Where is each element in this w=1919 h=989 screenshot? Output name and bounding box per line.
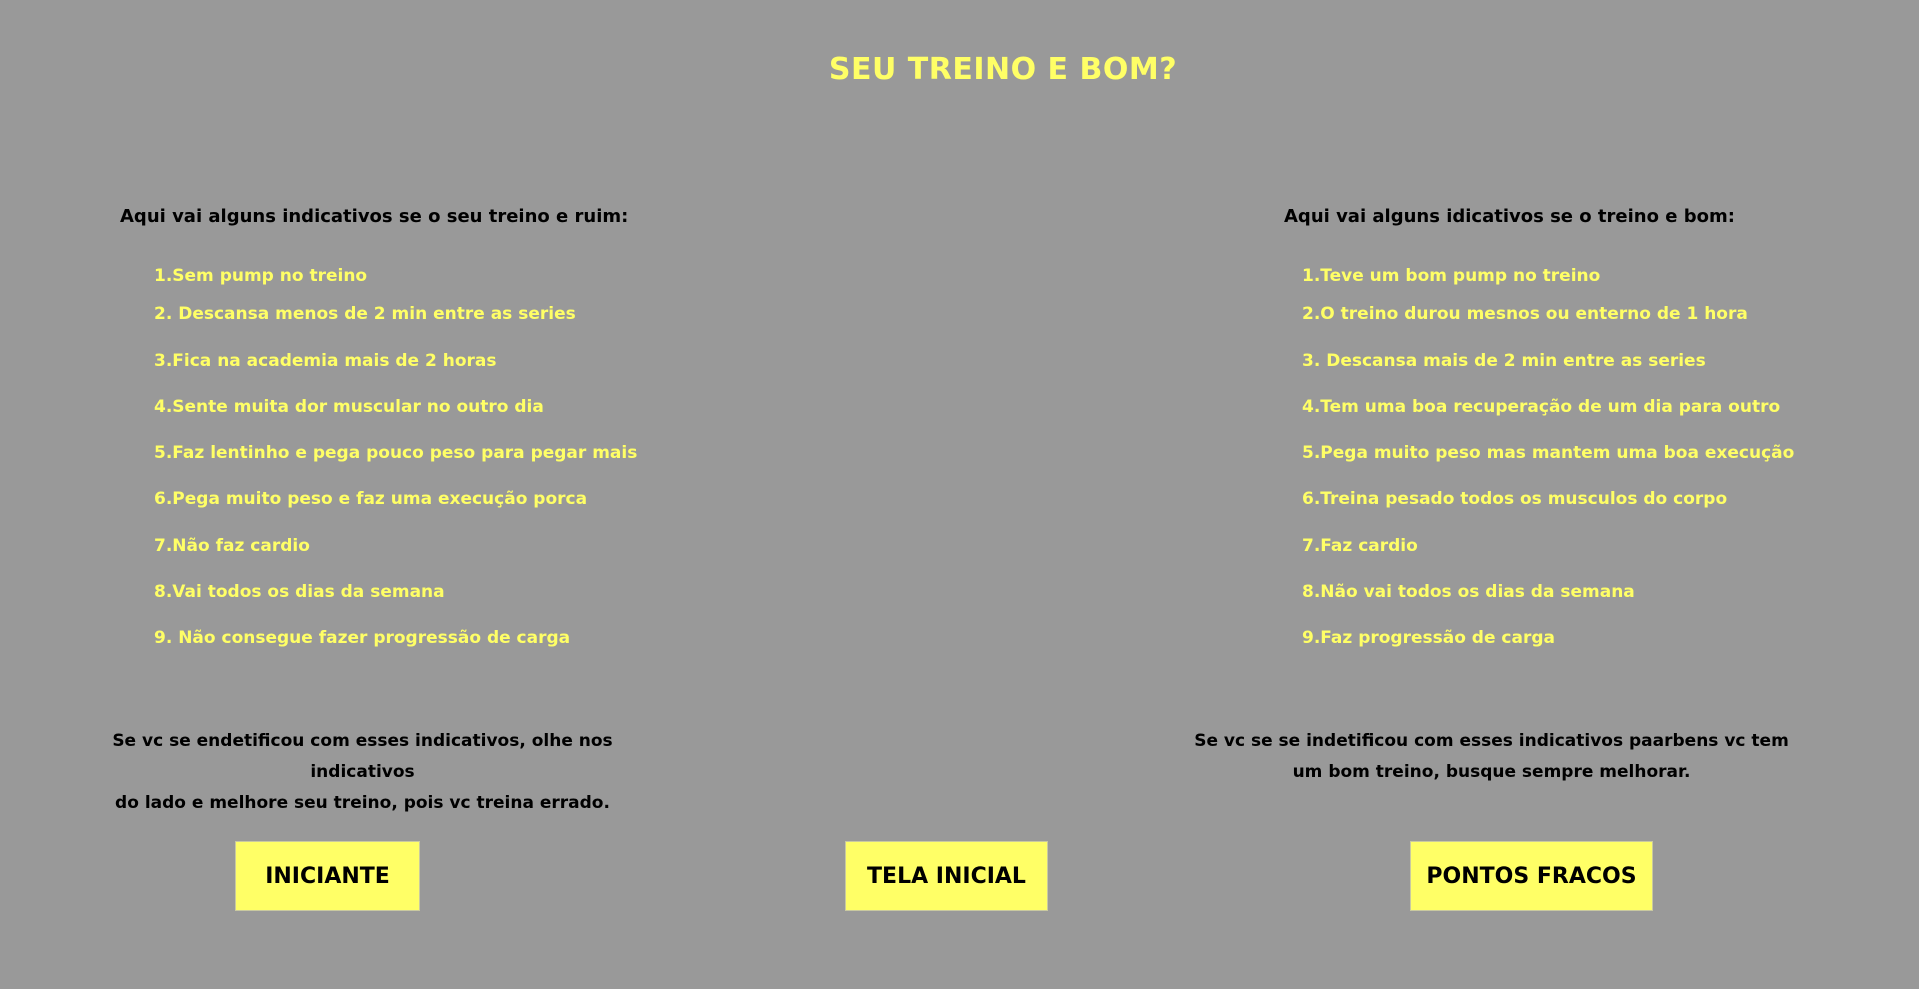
iniciante-button[interactable]: INICIANTE <box>235 841 420 911</box>
good-training-conclusion: Se vc se se indetificou com esses indica… <box>1190 726 1793 788</box>
good-indicator-item: 6.Treina pesado todos os musculos do cor… <box>1302 489 1728 509</box>
bad-indicator-item: 7.Não faz cardio <box>154 536 310 556</box>
good-training-heading: Aqui vai alguns idicativos se o treino e… <box>1284 206 1735 227</box>
bad-indicator-item: 4.Sente muita dor muscular no outro dia <box>154 397 544 417</box>
good-indicator-item: 4.Tem uma boa recuperação de um dia para… <box>1302 397 1781 417</box>
bad-training-heading: Aqui vai alguns indicativos se o seu tre… <box>120 206 629 227</box>
conclusion-line: um bom treino, busque sempre melhorar. <box>1292 762 1691 782</box>
bad-training-conclusion: Se vc se endetificou com esses indicativ… <box>60 726 665 819</box>
home-screen-button[interactable]: TELA INICIAL <box>845 841 1048 911</box>
weak-points-button[interactable]: PONTOS FRACOS <box>1410 841 1653 911</box>
bad-indicator-item: 1.Sem pump no treino <box>154 266 368 286</box>
page-title: SEU TREINO E BOM? <box>828 52 1178 87</box>
bad-indicator-item: 2. Descansa menos de 2 min entre as seri… <box>154 304 576 324</box>
good-indicator-item: 2.O treino durou mesnos ou enterno de 1 … <box>1302 304 1748 324</box>
good-indicator-item: 7.Faz cardio <box>1302 536 1418 556</box>
good-indicator-item: 5.Pega muito peso mas mantem uma boa exe… <box>1302 443 1795 463</box>
good-indicator-item: 1.Teve um bom pump no treino <box>1302 266 1601 286</box>
conclusion-line: Se vc se se indetificou com esses indica… <box>1194 731 1789 751</box>
bad-indicator-item: 3.Fica na academia mais de 2 horas <box>154 351 497 371</box>
bad-indicator-item: 8.Vai todos os dias da semana <box>154 582 445 602</box>
good-indicator-item: 3. Descansa mais de 2 min entre as serie… <box>1302 351 1706 371</box>
good-indicator-item: 9.Faz progressão de carga <box>1302 628 1555 648</box>
bad-indicator-item: 9. Não consegue fazer progressão de carg… <box>154 628 571 648</box>
bad-indicator-item: 6.Pega muito peso e faz uma execução por… <box>154 489 588 509</box>
bad-indicator-item: 5.Faz lentinho e pega pouco peso para pe… <box>154 443 638 463</box>
good-indicator-item: 8.Não vai todos os dias da semana <box>1302 582 1635 602</box>
conclusion-line: Se vc se endetificou com esses indicativ… <box>112 731 613 782</box>
conclusion-line: do lado e melhore seu treino, pois vc tr… <box>115 793 610 813</box>
